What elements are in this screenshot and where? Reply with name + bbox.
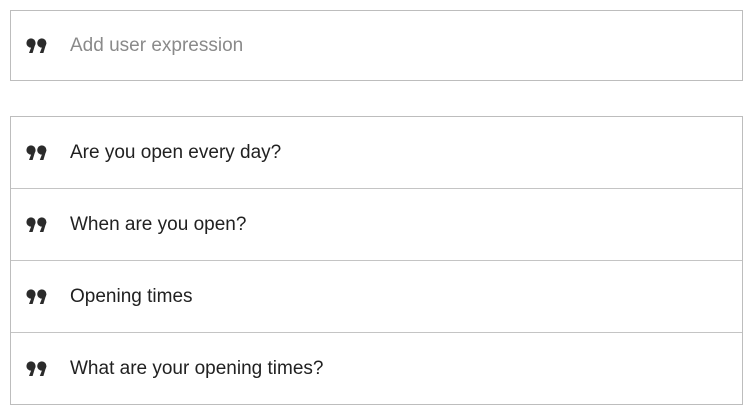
expression-text: When are you open? — [70, 213, 247, 235]
expression-text: Are you open every day? — [70, 141, 282, 163]
quote-icon — [11, 37, 70, 54]
quote-icon — [11, 144, 70, 161]
expression-text: What are your opening times? — [70, 358, 324, 379]
add-user-expression-input[interactable] — [70, 30, 742, 61]
list-item[interactable]: What are your opening times? — [11, 333, 742, 405]
quote-icon — [11, 216, 70, 233]
list-item[interactable]: Are you open every day? — [11, 117, 742, 189]
expression-text: Opening times — [70, 285, 193, 307]
quote-icon — [11, 288, 70, 305]
add-user-expression-box[interactable] — [10, 10, 743, 81]
user-expression-list: Are you open every day? When are you ope… — [10, 116, 743, 405]
quote-icon — [11, 361, 70, 377]
list-item[interactable]: When are you open? — [11, 189, 742, 261]
list-item[interactable]: Opening times — [11, 261, 742, 333]
